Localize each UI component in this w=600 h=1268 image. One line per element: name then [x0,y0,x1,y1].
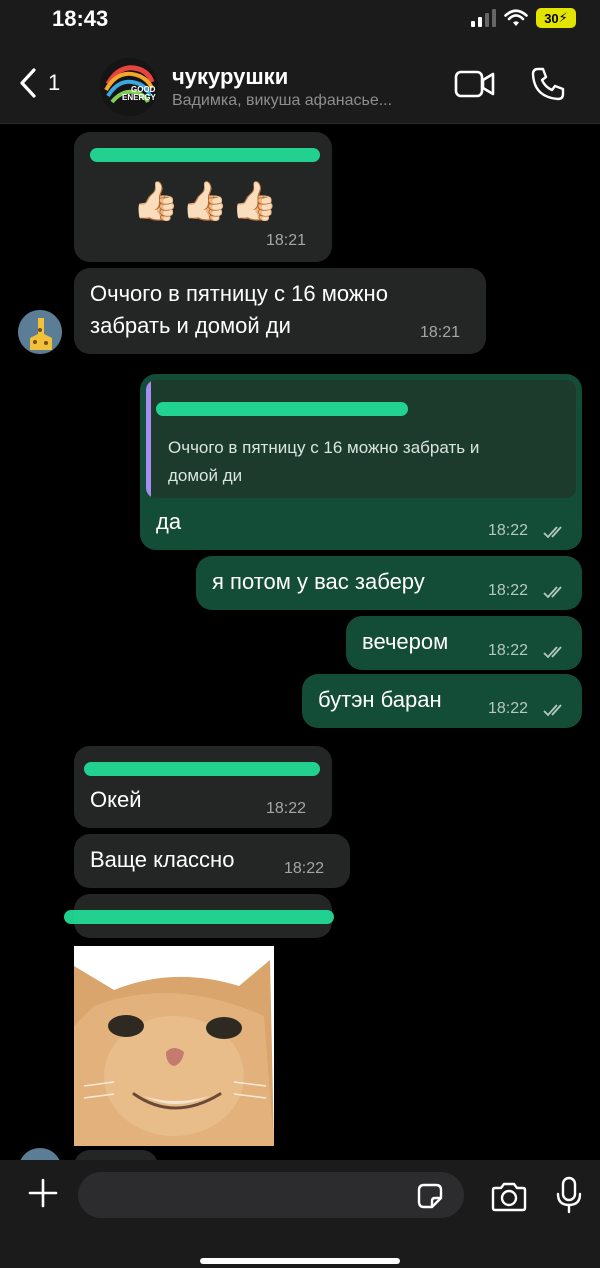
message-time: 18:22 [284,860,325,877]
unread-count: 1 [48,70,61,95]
message-list[interactable]: 👍🏻👍🏻👍🏻 18:21 Оччого в пятницу с 16 можно… [0,124,600,1160]
group-avatar[interactable]: GOOD ENERGY [100,58,158,116]
battery-level: 30 [544,10,559,26]
message-time: 18:22 [488,582,529,599]
message-text-line: Оччого в пятницу с 16 можно [90,281,388,306]
message-bubble[interactable]: 👍🏻👍🏻👍🏻 18:21 [74,132,332,262]
charging-icon: ⚡ [558,10,568,25]
message-bubble[interactable]: вечером 18:22 [346,616,582,670]
giraffe-avatar-icon [18,310,62,354]
chat-members[interactable]: Вадимка, викуша афанасье... [172,92,392,110]
back-button[interactable]: 1 [18,68,60,98]
redacted-quote-author [156,402,408,416]
message-input[interactable] [78,1172,464,1218]
cat-sticker[interactable] [74,946,274,1146]
composer-bar [0,1160,600,1268]
emoji-message: 👍🏻👍🏻👍🏻 [132,181,280,223]
redacted-sender-name [84,762,320,776]
message-bubble[interactable]: Окей 18:22 [74,746,332,828]
message-bubble-partial[interactable] [74,1150,158,1160]
camera-icon[interactable] [490,1182,528,1212]
quoted-text: Оччого в пятницу с 16 можно забрать и до… [168,434,568,490]
double-check-icon [543,704,562,717]
svg-text:ENERGY: ENERGY [122,93,156,102]
smiling-cat-image [74,946,274,1146]
quoted-text-line: Оччого в пятницу с 16 можно забрать и [168,438,480,457]
message-text: бутэн баран [318,687,442,712]
message-time: 18:22 [266,800,307,817]
status-bar: 18:43 30 ⚡ [0,0,600,40]
message-bubble[interactable]: Оччого в пятницу с 16 можно забрать и до… [140,374,582,550]
message-time: 18:21 [420,324,461,341]
message-bubble[interactable]: Ваще классно 18:22 [74,834,350,888]
redacted-sender-name [90,148,320,162]
message-time: 18:22 [488,700,529,717]
video-icon[interactable] [454,70,496,98]
double-check-icon [543,526,562,539]
double-check-icon [543,586,562,599]
message-time: 18:22 [488,642,529,659]
chat-title[interactable]: чукурушки [172,64,288,90]
message-text: я потом у вас заберу [212,569,425,594]
message-time: 18:22 [488,522,529,539]
good-energy-logo: GOOD ENERGY [100,58,158,116]
sender-avatar[interactable] [18,1148,62,1160]
sender-avatar[interactable] [18,310,62,354]
mic-icon[interactable] [556,1176,582,1214]
sticker-icon[interactable] [416,1182,444,1210]
quoted-message[interactable]: Оччого в пятницу с 16 можно забрать и до… [146,380,576,498]
status-time: 18:43 [52,6,109,31]
home-indicator[interactable] [200,1258,400,1264]
double-check-icon [543,646,562,659]
quoted-text-line: домой ди [168,466,243,485]
message-text-line: забрать и домой ди [90,313,291,338]
message-time: 18:21 [266,232,307,249]
chat-header: 1 GOOD ENERGY чукурушки Вадимка, викуша … [0,40,600,124]
quote-accent-bar [146,380,151,498]
message-text: Ваще классно [90,847,235,872]
battery-indicator: 30 ⚡ [536,8,576,28]
message-text: да [156,509,182,534]
message-text: вечером [362,629,449,654]
signal-icon [471,9,496,27]
wifi-icon [504,9,528,26]
redacted-sender-name [64,910,334,924]
plus-icon[interactable] [28,1178,58,1208]
message-bubble[interactable]: я потом у вас заберу 18:22 [196,556,582,610]
chevron-left-icon [20,68,36,98]
message-text: Окей [90,787,142,812]
sender-name-bubble [64,894,334,938]
phone-icon[interactable] [530,66,566,102]
status-icons: 30 ⚡ [470,8,576,28]
message-bubble[interactable]: бутэн баран 18:22 [302,674,582,728]
message-bubble[interactable]: Оччого в пятницу с 16 можно забрать и до… [74,268,486,354]
